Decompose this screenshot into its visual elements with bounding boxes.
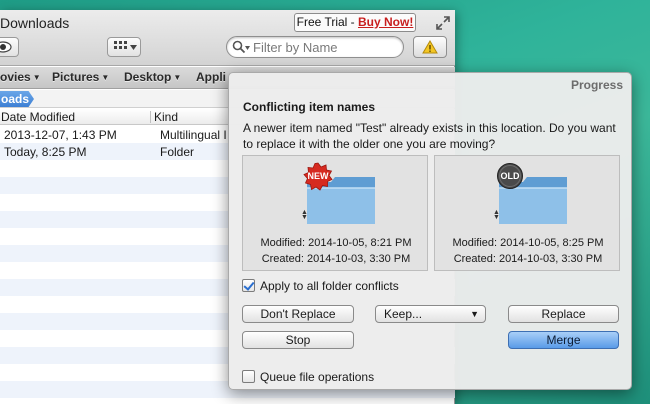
chevron-down-icon [130, 45, 137, 50]
sort-arrows-icon: ▲ ▼ [301, 209, 308, 221]
conflict-heading: Conflicting item names [243, 100, 376, 114]
search-input[interactable] [253, 39, 399, 55]
search-icon [232, 40, 246, 54]
chevron-down-icon: ▼ [470, 309, 479, 319]
merge-button[interactable]: Merge [508, 331, 619, 349]
favorite-desktop[interactable]: Desktop ▼ [124, 70, 181, 84]
column-date-modified[interactable]: Date Modified [1, 110, 75, 124]
new-item-modified: Modified: 2014-10-05, 8:21 PM [260, 237, 412, 249]
chevron-down-icon: ▼ [32, 73, 41, 82]
free-trial-banner: Free Trial - Buy Now! [294, 13, 416, 32]
buy-now-link[interactable]: Buy Now! [358, 15, 413, 29]
window-toolbar: Downloads Free Trial - Buy Now! [0, 10, 455, 66]
eye-icon [0, 41, 12, 53]
old-item-modified: Modified: 2014-10-05, 8:25 PM [452, 237, 604, 249]
new-badge-label: NEW [307, 171, 329, 181]
breadcrumb-downloads[interactable]: oads [0, 91, 34, 107]
stop-button[interactable]: Stop [242, 331, 354, 349]
old-badge-label: OLD [500, 171, 520, 181]
queue-checkbox[interactable] [242, 370, 255, 383]
free-trial-text: Free Trial - [296, 15, 358, 29]
keep-select[interactable]: Keep... ▼ [375, 305, 486, 323]
favorite-applications[interactable]: Appli [196, 70, 226, 84]
file-date: 2013-12-07, 1:43 PM [4, 128, 117, 142]
chevron-down-icon: ▼ [101, 73, 110, 82]
column-kind[interactable]: Kind [154, 110, 178, 124]
dont-replace-button[interactable]: Don't Replace [242, 305, 354, 323]
favorite-pictures[interactable]: Pictures ▼ [52, 70, 109, 84]
progress-button[interactable] [413, 36, 447, 58]
search-field[interactable] [226, 36, 404, 58]
queue-label[interactable]: Queue file operations [260, 370, 374, 384]
old-item-panel: OLD ▲ ▼ Modified: 2014-10-05, 8:25 PM Cre… [434, 155, 620, 271]
keep-select-value: Keep... [384, 307, 423, 321]
progress-dialog: Progress Conflicting item names A newer … [228, 72, 632, 390]
conflict-message: A newer item named "Test" already exists… [243, 121, 616, 151]
view-options-button[interactable] [107, 37, 141, 57]
file-kind: Folder [160, 145, 195, 159]
chevron-down-icon: ▼ [173, 73, 182, 82]
dialog-title: Progress [570, 78, 623, 92]
sort-arrows-icon: ▲ ▼ [493, 209, 500, 221]
favorite-movies[interactable]: ovies ▼ [0, 70, 41, 84]
chevron-down-icon [245, 46, 250, 50]
apply-all-checkbox[interactable] [242, 279, 255, 292]
window-title: Downloads [0, 15, 70, 31]
apply-all-label[interactable]: Apply to all folder conflicts [260, 279, 399, 293]
grid-icon [114, 41, 127, 49]
replace-button[interactable]: Replace [508, 305, 619, 323]
old-item-created: Created: 2014-10-03, 3:30 PM [453, 253, 603, 265]
new-item-created: Created: 2014-10-03, 3:30 PM [261, 253, 411, 265]
file-kind: Multilingual I [160, 128, 227, 142]
file-date: Today, 8:25 PM [4, 145, 87, 159]
column-divider[interactable] [150, 111, 151, 123]
quick-look-button[interactable] [0, 37, 19, 57]
warning-icon [422, 40, 438, 54]
new-item-panel: NEW ▲ ▼ Modified: 2014-10-05, 8:21 PM Cre… [242, 155, 428, 271]
fullscreen-icon[interactable] [436, 16, 450, 30]
